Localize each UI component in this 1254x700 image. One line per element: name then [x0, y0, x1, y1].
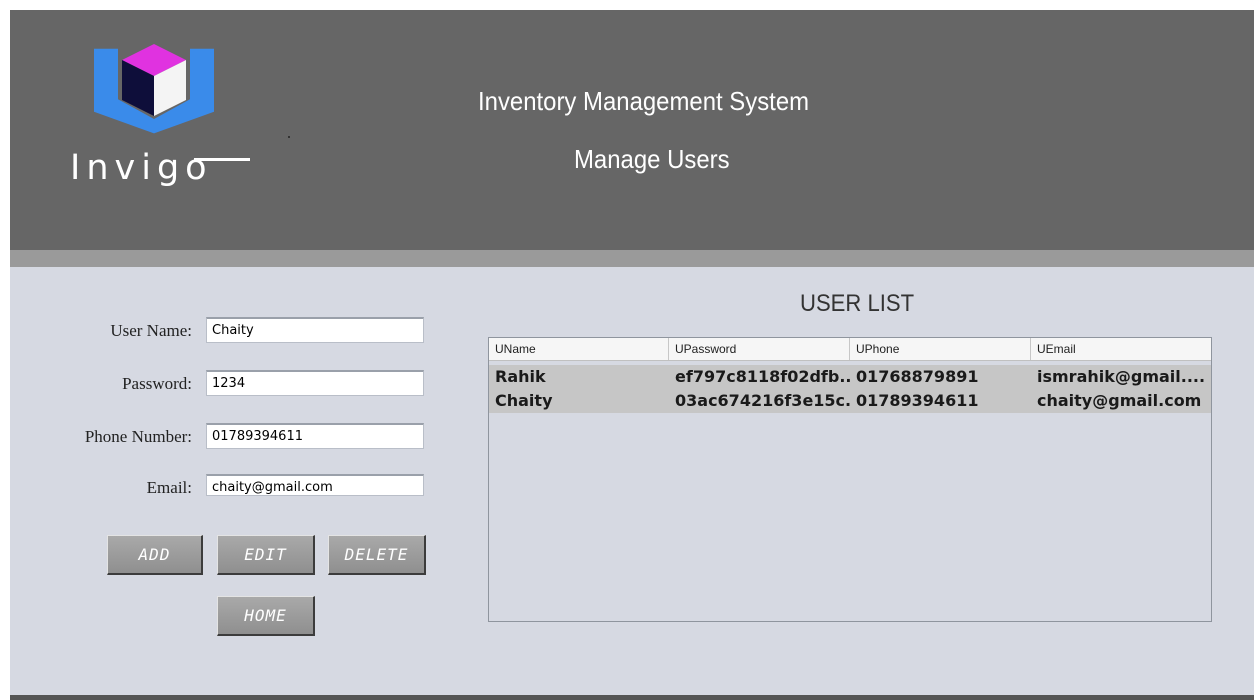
user-list-table[interactable]: UName UPassword UPhone UEmail Rahik ef79…	[488, 337, 1212, 622]
table-cell: ismrahik@gmail....	[1037, 367, 1206, 386]
table-cell: chaity@gmail.com	[1037, 391, 1202, 410]
table-cell: 01768879891	[856, 367, 979, 386]
column-header-uemail[interactable]: UEmail	[1031, 338, 1211, 360]
header-dot	[288, 136, 290, 138]
email-field[interactable]: chaity@gmail.com	[206, 474, 424, 496]
logo-wordmark: Invigo	[70, 148, 213, 188]
header-divider	[10, 250, 1254, 267]
user-name-field[interactable]: Chaity	[206, 317, 424, 343]
table-row[interactable]: Chaity 03ac674216f3e15c... 01789394611 c…	[489, 389, 1211, 413]
table-header: UName UPassword UPhone UEmail	[489, 338, 1211, 361]
page-title: Manage Users	[574, 144, 730, 174]
table-cell: 01789394611	[856, 391, 979, 410]
phone-number-field[interactable]: 01789394611	[206, 423, 424, 449]
column-header-uname[interactable]: UName	[489, 338, 669, 360]
table-cell: 03ac674216f3e15c...	[675, 391, 850, 410]
home-button[interactable]: HOME	[217, 596, 315, 636]
phone-number-label: Phone Number:	[84, 427, 192, 446]
password-field[interactable]: 1234	[206, 370, 424, 396]
footer-bar	[10, 695, 1254, 700]
user-name-label: User Name:	[110, 321, 192, 340]
column-header-uphone[interactable]: UPhone	[850, 338, 1031, 360]
app-title: Inventory Management System	[478, 86, 810, 116]
column-header-upassword[interactable]: UPassword	[669, 338, 850, 360]
table-cell: ef797c8118f02dfb...	[675, 367, 850, 386]
table-cell: Chaity	[495, 391, 553, 410]
app-window: Invigo Inventory Management System Manag…	[10, 10, 1254, 700]
logo-underline	[194, 158, 250, 161]
edit-button[interactable]: EDIT	[217, 535, 315, 575]
add-button[interactable]: ADD	[107, 535, 203, 575]
user-list-title: USER LIST	[800, 290, 915, 317]
delete-button[interactable]: DELETE	[328, 535, 426, 575]
password-label: Password:	[122, 374, 192, 393]
table-cell: Rahik	[495, 367, 546, 386]
header-banner: Invigo Inventory Management System Manag…	[10, 10, 1254, 250]
table-row[interactable]: Rahik ef797c8118f02dfb... 01768879891 is…	[489, 365, 1211, 389]
email-label: Email:	[146, 478, 192, 497]
invigo-cube-logo-icon	[94, 44, 214, 134]
